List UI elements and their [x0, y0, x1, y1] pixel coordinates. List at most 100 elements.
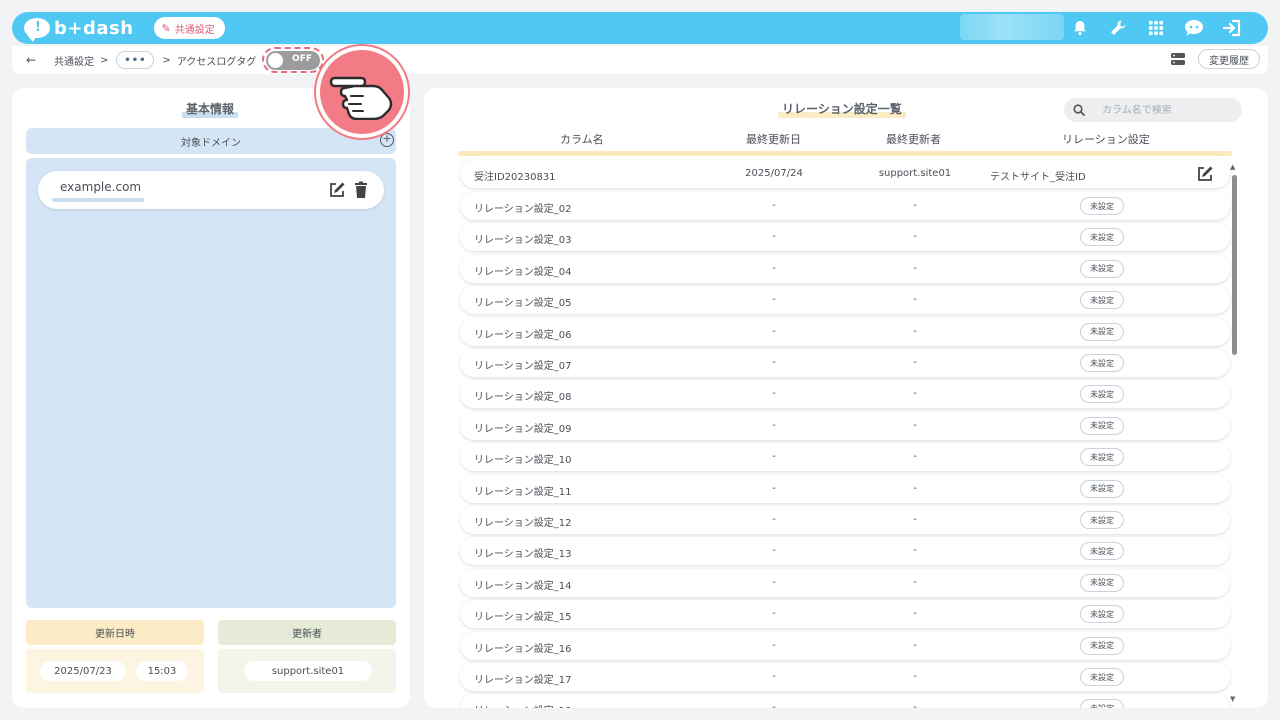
unset-badge[interactable]: 未設定 — [1080, 322, 1124, 341]
table-row[interactable]: リレーション設定_18 - - 未設定 — [460, 694, 1230, 708]
row-updated-date: - — [772, 702, 776, 708]
common-settings-label: 共通設定 — [174, 24, 215, 36]
chat-icon[interactable] — [1184, 18, 1204, 38]
row-updated-date: - — [772, 514, 776, 525]
unset-badge[interactable]: 未設定 — [1080, 416, 1124, 435]
unset-badge[interactable]: 未設定 — [1080, 511, 1124, 529]
pointing-hand-icon — [316, 46, 408, 138]
unset-badge[interactable]: 未設定 — [1080, 605, 1124, 624]
row-column-name: リレーション設定_08 — [474, 392, 572, 404]
logo-text: b+dash — [54, 17, 134, 39]
row-column-name: リレーション設定_18 — [474, 702, 572, 708]
row-updated-date: - — [772, 357, 776, 368]
unset-badge[interactable]: 未設定 — [1080, 291, 1124, 310]
toggle-highlight: OFF — [262, 47, 324, 73]
row-updated-date: - — [772, 482, 776, 494]
row-updated-date: - — [772, 576, 776, 588]
breadcrumb-separator: > — [162, 54, 171, 66]
unset-badge[interactable]: 未設定 — [1080, 354, 1124, 372]
row-column-name: リレーション設定_07 — [474, 361, 572, 372]
unset-badge[interactable]: 未設定 — [1080, 479, 1124, 498]
scrollbar[interactable]: ▲ ▼ — [1230, 163, 1238, 703]
row-updated-by: support.site01 — [878, 168, 952, 179]
unset-badge[interactable]: 未設定 — [1080, 197, 1124, 215]
plus-circle-icon[interactable]: + — [380, 133, 394, 147]
table-row[interactable]: リレーション設定_04 - - 未設定 — [460, 254, 1230, 283]
edit-icon[interactable] — [1196, 165, 1214, 183]
logout-icon[interactable] — [1222, 18, 1242, 38]
row-updated-by: - — [913, 262, 917, 274]
logo-bubble-icon: ! — [24, 18, 50, 42]
column-header-name: カラム名 — [560, 133, 604, 146]
table-row[interactable]: リレーション設定_02 - - 未設定 — [460, 192, 1230, 220]
scrollbar-thumb[interactable] — [1232, 175, 1237, 355]
table-row[interactable]: リレーション設定_17 - - 未設定 — [460, 663, 1230, 691]
table-row[interactable]: リレーション設定_12 - - 未設定 — [460, 506, 1230, 534]
domain-list: example.com — [26, 158, 396, 608]
target-domain-label: 対象ドメイン — [181, 137, 241, 149]
unset-badge[interactable]: 未設定 — [1080, 699, 1124, 708]
table-row[interactable]: リレーション設定_15 - - 未設定 — [460, 600, 1230, 629]
row-updated-by: - — [913, 671, 917, 682]
row-updated-by: - — [913, 545, 917, 557]
database-icon[interactable] — [1170, 52, 1186, 66]
back-arrow-icon[interactable]: ← — [26, 53, 42, 67]
domain-text: example.com — [60, 180, 142, 194]
domain-item: example.com — [38, 171, 384, 209]
logo[interactable]: ! b+dash — [24, 17, 134, 42]
row-updated-date: - — [772, 608, 776, 620]
table-row[interactable]: リレーション設定_05 - - 未設定 — [460, 286, 1230, 315]
table-row[interactable]: リレーション設定_03 - - 未設定 — [460, 223, 1230, 252]
table-row[interactable]: リレーション設定_10 - - 未設定 — [460, 443, 1230, 472]
table-row[interactable]: リレーション設定_16 - - 未設定 — [460, 631, 1230, 660]
scroll-up-icon[interactable]: ▲ — [1230, 163, 1235, 171]
column-search[interactable] — [1064, 98, 1242, 122]
row-column-name: リレーション設定_06 — [474, 329, 572, 341]
row-updated-by: - — [913, 325, 917, 337]
row-updated-date: - — [772, 231, 776, 243]
breadcrumb-bar: ← 共通設定 > ••• > アクセスログタグ OFF 変更履歴 — [12, 46, 1268, 74]
breadcrumb-common-settings[interactable]: 共通設定 — [54, 53, 94, 68]
unset-badge[interactable]: 未設定 — [1080, 259, 1124, 278]
unset-badge[interactable]: 未設定 — [1080, 448, 1124, 467]
user-info-blurred[interactable] — [960, 14, 1064, 40]
search-input[interactable] — [1102, 104, 1222, 116]
grid-icon[interactable] — [1146, 18, 1166, 38]
breadcrumb-more-button[interactable]: ••• — [116, 51, 155, 69]
basic-info-panel: 基本情報 対象ドメイン + example.com 更新日時 更新者 2025/… — [12, 88, 410, 708]
unset-badge[interactable]: 未設定 — [1080, 573, 1124, 592]
bell-icon[interactable] — [1070, 18, 1090, 38]
scroll-down-icon[interactable]: ▼ — [1230, 695, 1235, 703]
table-row[interactable]: リレーション設定_11 - - 未設定 — [460, 474, 1230, 503]
table-row[interactable]: リレーション設定_14 - - 未設定 — [460, 568, 1230, 597]
table-row[interactable]: リレーション設定_13 - - 未設定 — [460, 537, 1230, 566]
table-row[interactable]: リレーション設定_08 - - 未設定 — [460, 380, 1230, 409]
updated-by-user: support.site01 — [244, 661, 372, 681]
updated-at-label: 更新日時 — [26, 620, 204, 645]
trash-icon[interactable] — [354, 181, 368, 199]
table-row[interactable]: リレーション設定_06 - - 未設定 — [460, 317, 1230, 346]
row-updated-date: - — [772, 388, 776, 400]
row-updated-date: - — [772, 639, 776, 651]
unset-badge[interactable]: 未設定 — [1080, 385, 1124, 404]
wrench-icon[interactable] — [1108, 18, 1128, 38]
row-column-name: リレーション設定_13 — [474, 549, 572, 561]
unset-badge[interactable]: 未設定 — [1080, 542, 1124, 561]
table-row[interactable]: 受注ID20230831 2025/07/24 support.site01 テ… — [460, 160, 1230, 188]
relation-settings-panel: リレーション設定一覧 カラム名 最終更新日 最終更新者 リレーション設定 受注I… — [424, 88, 1268, 708]
edit-icon[interactable] — [328, 181, 346, 199]
column-header-updated-date: 最終更新日 — [746, 133, 801, 146]
table-row[interactable]: リレーション設定_07 - - 未設定 — [460, 349, 1230, 377]
unset-badge[interactable]: 未設定 — [1080, 636, 1124, 655]
history-button[interactable]: 変更履歴 — [1198, 49, 1260, 69]
status-toggle[interactable]: OFF — [266, 50, 320, 70]
table-row[interactable]: リレーション設定_09 - - 未設定 — [460, 411, 1230, 440]
common-settings-pill[interactable]: ✎ 共通設定 — [153, 17, 225, 39]
header-icons — [1070, 12, 1242, 44]
updated-by-label: 更新者 — [218, 620, 396, 645]
row-column-name: リレーション設定_04 — [474, 266, 572, 278]
unset-badge[interactable]: 未設定 — [1080, 228, 1124, 247]
row-updated-by: - — [913, 357, 917, 368]
basic-info-title: 基本情報 — [182, 100, 239, 118]
unset-badge[interactable]: 未設定 — [1080, 668, 1124, 686]
